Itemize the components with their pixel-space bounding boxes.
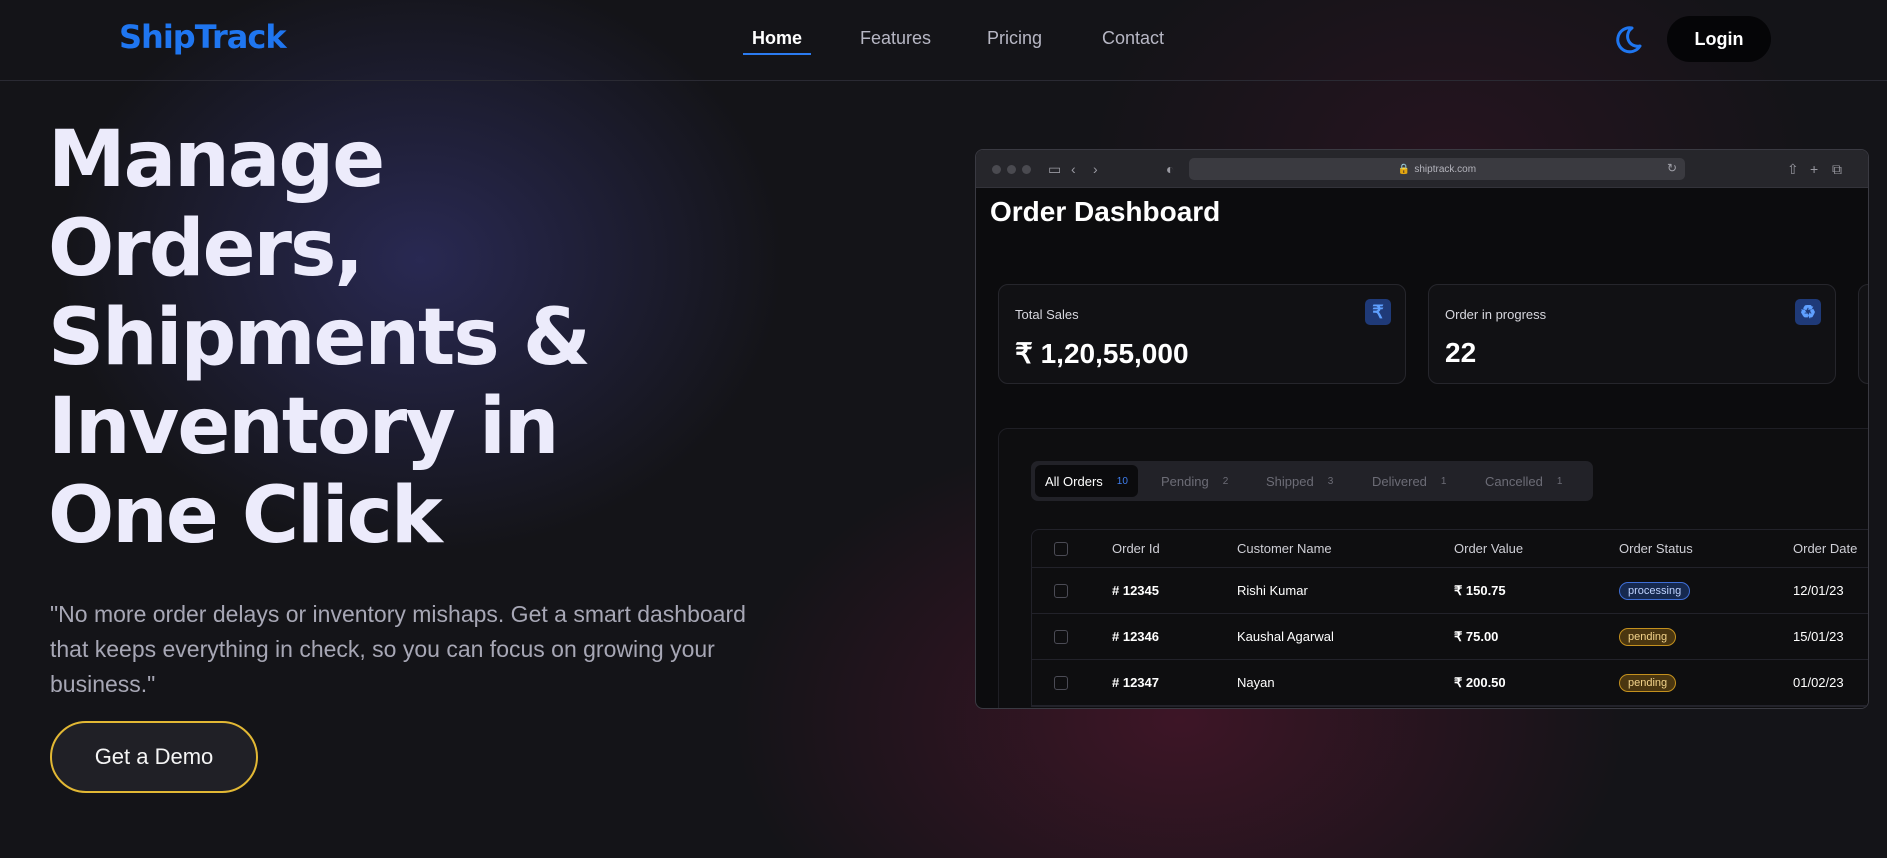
header-order-value: Order Value — [1454, 541, 1524, 556]
recycle-icon: ♻ — [1795, 299, 1821, 325]
tab-label: Cancelled — [1485, 473, 1543, 489]
order-date: 15/01/23 — [1793, 629, 1844, 644]
window-dot — [1007, 165, 1016, 174]
tab-label: Shipped — [1266, 473, 1314, 489]
row-checkbox[interactable] — [1054, 629, 1068, 644]
table-row[interactable]: # 12345 Rishi Kumar ₹ 150.75 processing … — [1032, 568, 1868, 614]
tab-count: 3 — [1327, 475, 1334, 487]
tab-count: 1 — [1556, 475, 1563, 487]
browser-toolbar: ▭ ‹ › ◐ 🔒 shiptrack.com ↻ ⇧ + ⧉ — [976, 150, 1868, 188]
select-all-checkbox[interactable] — [1054, 541, 1068, 556]
tab-pending[interactable]: Pending 2 — [1161, 465, 1228, 497]
tab-label: All Orders — [1045, 473, 1103, 489]
stat-card-orders-in-progress: Order in progress 22 ♻ — [1428, 284, 1836, 384]
order-id: # 12347 — [1112, 675, 1159, 690]
forward-icon: › — [1093, 161, 1098, 177]
orders-table: Order Id Customer Name Order Value Order… — [1031, 529, 1868, 707]
privacy-shield-icon: ◐ — [1166, 161, 1175, 177]
order-status-cell: pending — [1619, 614, 1677, 659]
row-select-cell — [1054, 568, 1068, 613]
login-button[interactable]: Login — [1667, 16, 1771, 62]
stat-label: Order in progress — [1445, 307, 1547, 322]
order-filter-tabs: All Orders 10 Pending 2 Shipped 3 Delive… — [1031, 461, 1593, 501]
status-badge: processing — [1619, 581, 1691, 600]
stat-value: 22 — [1445, 337, 1477, 368]
address-url: shiptrack.com — [1414, 163, 1477, 175]
nav-link-features[interactable]: Features — [860, 28, 931, 49]
order-date: 12/01/23 — [1793, 583, 1844, 598]
new-tab-icon: + — [1810, 161, 1819, 177]
stat-value: ₹ 1,20,55,000 — [1015, 338, 1189, 369]
order-id: # 12346 — [1112, 629, 1159, 644]
tab-label: Delivered — [1372, 473, 1427, 489]
reload-icon: ↻ — [1666, 161, 1677, 175]
row-select-cell — [1054, 614, 1068, 659]
status-badge: pending — [1619, 673, 1677, 692]
navbar: ShipTrack Home Features Pricing Contact … — [0, 0, 1887, 81]
share-icon: ⇧ — [1787, 161, 1799, 177]
nav-link-contact[interactable]: Contact — [1102, 28, 1164, 49]
tab-count: 1 — [1440, 475, 1447, 487]
tabs-overview-icon: ⧉ — [1832, 161, 1842, 177]
table-header-row: Order Id Customer Name Order Value Order… — [1032, 530, 1868, 568]
lock-icon: 🔒 — [1397, 163, 1411, 175]
header-cell-select — [1054, 530, 1068, 567]
moon-icon[interactable] — [1612, 24, 1644, 56]
orders-panel: All Orders 10 Pending 2 Shipped 3 Delive… — [998, 428, 1868, 708]
order-value: ₹ 150.75 — [1454, 582, 1506, 598]
sidebar-toggle-icon: ▭ — [1048, 161, 1062, 177]
row-select-cell — [1054, 660, 1068, 705]
address-bar: 🔒 shiptrack.com ↻ — [1189, 158, 1685, 180]
logo[interactable]: ShipTrack — [119, 18, 287, 56]
dashboard-title: Order Dashboard — [990, 196, 1221, 227]
header-order-status: Order Status — [1619, 541, 1693, 556]
hero-title-line: Orders, — [48, 204, 364, 294]
hero-title-line: Manage — [48, 115, 385, 205]
stat-label: Total Sales — [1015, 307, 1079, 322]
order-date: 01/02/23 — [1793, 675, 1844, 690]
order-value: ₹ 200.50 — [1454, 674, 1506, 690]
header-order-id: Order Id — [1112, 541, 1160, 556]
window-dot — [992, 165, 1001, 174]
stat-card-partial — [1858, 284, 1868, 384]
tab-count: 2 — [1222, 475, 1229, 487]
order-value: ₹ 75.00 — [1454, 628, 1499, 644]
row-checkbox[interactable] — [1054, 675, 1068, 690]
status-badge: pending — [1619, 627, 1677, 646]
table-row[interactable]: # 12347 Nayan ₹ 200.50 pending 01/02/23 — [1032, 660, 1868, 706]
customer-name: Nayan — [1237, 675, 1275, 690]
back-icon: ‹ — [1071, 161, 1076, 177]
order-status-cell: pending — [1619, 660, 1677, 705]
browser-mockup: ▭ ‹ › ◐ 🔒 shiptrack.com ↻ ⇧ + ⧉ Order Da… — [975, 149, 1869, 709]
nav-active-underline — [743, 53, 811, 55]
header-order-date: Order Date — [1793, 541, 1858, 556]
hero-title-line: One Click — [48, 471, 443, 561]
nav-link-home[interactable]: Home — [752, 28, 802, 49]
order-status-cell: processing — [1619, 568, 1691, 613]
nav-link-pricing[interactable]: Pricing — [987, 28, 1042, 49]
table-row[interactable]: # 12346 Kaushal Agarwal ₹ 75.00 pending … — [1032, 614, 1868, 660]
hero-subtitle: "No more order delays or inventory misha… — [50, 601, 746, 697]
tab-count: 10 — [1116, 475, 1128, 487]
tab-shipped[interactable]: Shipped 3 — [1266, 465, 1333, 497]
order-id: # 12345 — [1112, 583, 1159, 598]
customer-name: Rishi Kumar — [1237, 583, 1308, 598]
hero-title: Manage Orders, Shipments & Inventory in … — [48, 116, 748, 561]
customer-name: Kaushal Agarwal — [1237, 629, 1334, 644]
tab-cancelled[interactable]: Cancelled 1 — [1485, 465, 1562, 497]
tab-all-orders[interactable]: All Orders 10 — [1035, 465, 1138, 497]
rupee-icon: ₹ — [1365, 299, 1391, 325]
window-dot — [1022, 165, 1031, 174]
hero-title-line: Inventory in — [48, 382, 559, 472]
get-demo-button[interactable]: Get a Demo — [50, 721, 258, 793]
header-customer-name: Customer Name — [1237, 541, 1332, 556]
stat-card-total-sales: Total Sales ₹ 1,20,55,000 ₹ — [998, 284, 1406, 384]
tab-label: Pending — [1161, 473, 1209, 489]
hero-title-line: Shipments & — [48, 293, 591, 383]
row-checkbox[interactable] — [1054, 583, 1068, 598]
tab-delivered[interactable]: Delivered 1 — [1372, 465, 1446, 497]
